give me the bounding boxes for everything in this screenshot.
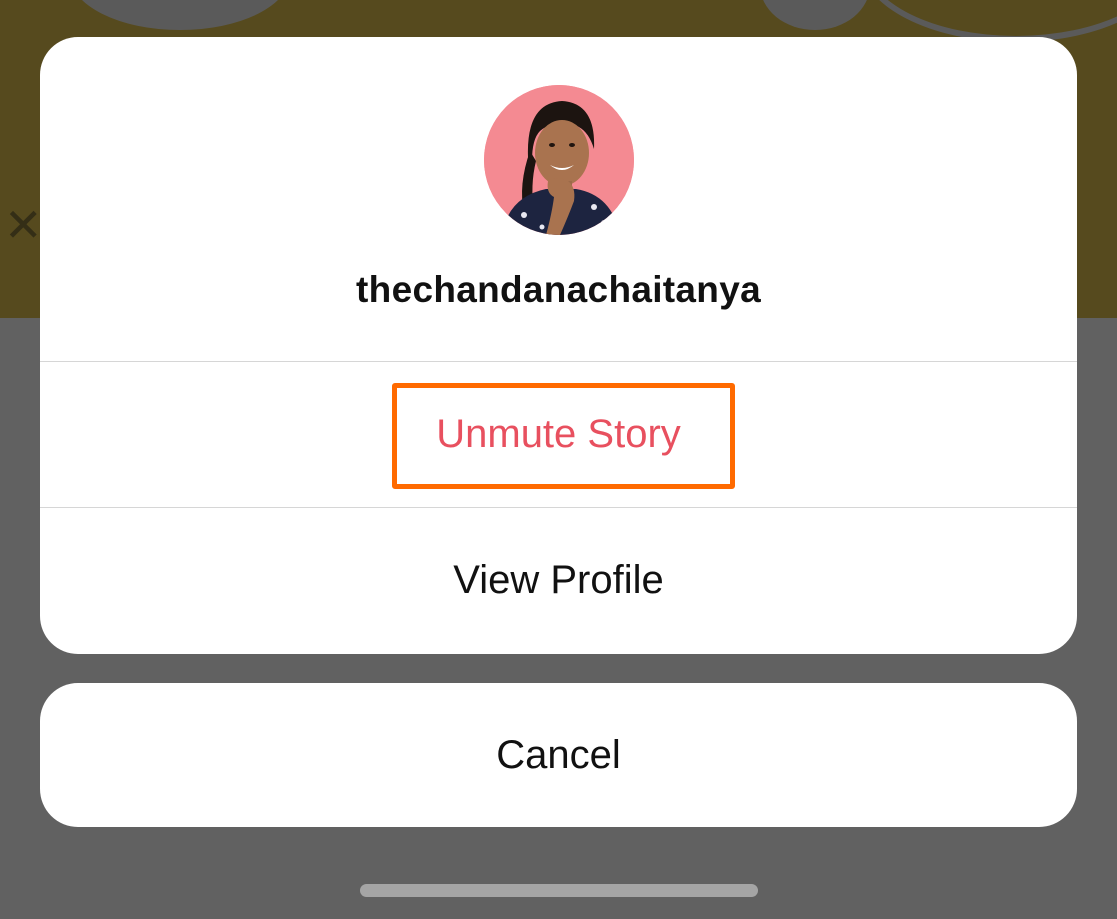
unmute-story-label: Unmute Story xyxy=(436,412,681,456)
unmute-story-button[interactable]: Unmute Story xyxy=(40,362,1077,507)
sheet-header: thechandanachaitanya xyxy=(40,37,1077,361)
view-profile-label: View Profile xyxy=(453,558,664,602)
profile-photo-icon xyxy=(484,85,634,235)
screen: ✕ xyxy=(0,0,1117,919)
home-indicator[interactable] xyxy=(360,884,758,897)
cancel-button[interactable]: Cancel xyxy=(40,683,1077,827)
view-profile-button[interactable]: View Profile xyxy=(40,508,1077,653)
avatar xyxy=(484,85,634,235)
action-sheet: thechandanachaitanya Unmute Story View P… xyxy=(40,37,1077,654)
cancel-label: Cancel xyxy=(496,732,621,777)
username: thechandanachaitanya xyxy=(356,269,761,310)
